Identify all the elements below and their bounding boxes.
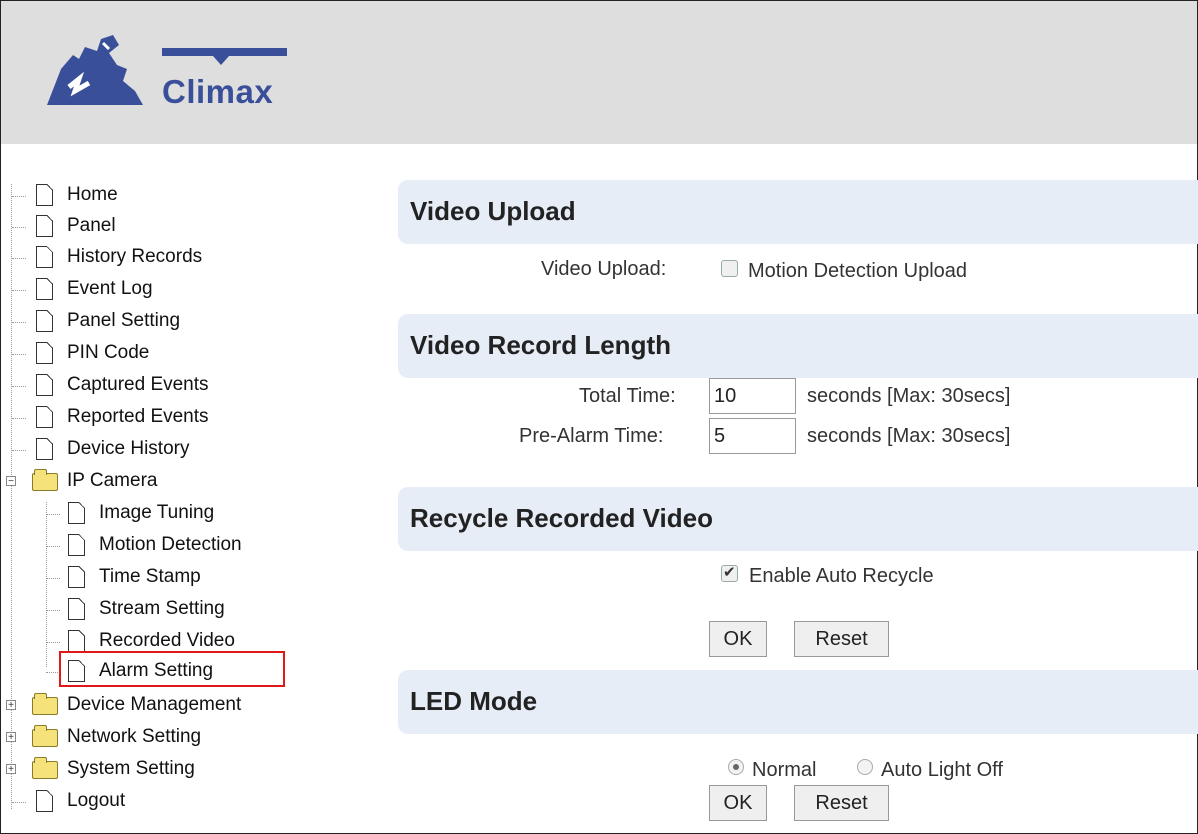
tree-connector	[12, 450, 26, 451]
tree-item-label: Home	[67, 184, 118, 205]
video-upload-label: Video Upload:	[541, 258, 667, 280]
page-icon	[68, 534, 85, 556]
header-banner: Climax	[1, 1, 1197, 144]
tree-item-label: Time Stamp	[99, 566, 201, 587]
tree-connector	[46, 546, 60, 547]
tree-item-label: Recorded Video	[99, 630, 235, 651]
tree-item-label: Device Management	[67, 694, 242, 715]
page-icon	[36, 215, 53, 237]
total-time-hint: seconds [Max: 30secs]	[807, 385, 1011, 407]
section-title: Video Upload	[410, 196, 576, 226]
tree-item-label: Event Log	[67, 278, 153, 299]
tree-item-label: Logout	[67, 790, 126, 811]
tree-connector	[12, 258, 26, 259]
page-icon	[36, 246, 53, 268]
tree-connector	[12, 802, 26, 803]
led-ok-button[interactable]: OK	[709, 785, 767, 821]
motion-detection-upload-checkbox[interactable]	[721, 260, 738, 277]
pre-alarm-time-hint: seconds [Max: 30secs]	[807, 425, 1011, 447]
page-icon	[36, 184, 53, 206]
section-video-record-length: Video Record Length	[398, 314, 1198, 378]
tree-connector	[46, 672, 60, 673]
page-icon	[68, 566, 85, 588]
section-recycle-recorded-video: Recycle Recorded Video	[398, 487, 1198, 551]
tree-guide-line	[11, 184, 12, 809]
tree-item-label: Reported Events	[67, 406, 209, 427]
section-title: Video Record Length	[410, 330, 671, 360]
page-icon	[68, 502, 85, 524]
tree-connector	[12, 418, 26, 419]
tree-item-label: Stream Setting	[99, 598, 225, 619]
total-time-label: Total Time:	[579, 385, 676, 407]
expand-toggle[interactable]: +	[6, 764, 16, 775]
tree-item-label: Device History	[67, 438, 190, 459]
motion-detection-upload-label: Motion Detection Upload	[748, 260, 968, 282]
collapse-toggle[interactable]: −	[6, 476, 16, 487]
tree-item-label: System Setting	[67, 758, 195, 779]
section-led-mode: LED Mode	[398, 670, 1198, 734]
section-title: Recycle Recorded Video	[410, 503, 713, 533]
tree-item-label: Panel	[67, 215, 116, 236]
pre-alarm-time-input[interactable]	[709, 418, 796, 454]
tree-connector	[46, 610, 60, 611]
tree-connector	[12, 290, 26, 291]
expand-toggle[interactable]: +	[6, 700, 16, 711]
tree-item-label: Network Setting	[67, 726, 202, 747]
tree-connector	[12, 227, 26, 228]
page-icon	[36, 374, 53, 396]
led-normal-radio[interactable]	[728, 759, 744, 775]
enable-auto-recycle-checkbox[interactable]	[721, 563, 738, 582]
page-icon	[68, 630, 85, 652]
tree-connector	[46, 578, 60, 579]
led-normal-label: Normal	[752, 759, 817, 781]
tree-connector	[12, 196, 26, 197]
led-auto-light-off-radio[interactable]	[857, 759, 873, 775]
tree-item-label: Motion Detection	[99, 534, 242, 555]
tree-connector	[12, 354, 26, 355]
highlight-box	[59, 651, 285, 687]
logo-text: Climax	[162, 73, 274, 110]
enable-auto-recycle-label: Enable Auto Recycle	[749, 565, 934, 587]
tree-item-label: PIN Code	[67, 342, 150, 363]
page-icon	[36, 342, 53, 364]
tree-item-label: Captured Events	[67, 374, 209, 395]
section-video-upload: Video Upload	[398, 180, 1198, 244]
tree-connector	[46, 642, 60, 643]
tree-connector	[12, 386, 26, 387]
tree-item-label: History Records	[67, 246, 203, 267]
page-icon	[36, 790, 53, 812]
folder-open-icon	[32, 469, 58, 491]
folder-icon	[32, 757, 58, 779]
led-auto-light-off-label: Auto Light Off	[881, 759, 1003, 781]
total-time-input[interactable]	[709, 378, 796, 414]
tree-item-label: Image Tuning	[99, 502, 215, 523]
tree-connector	[12, 322, 26, 323]
section-title: LED Mode	[410, 686, 538, 716]
climax-logo: Climax	[39, 25, 299, 121]
page-icon	[36, 406, 53, 428]
tree-item-label: IP Camera	[67, 470, 158, 491]
page-icon	[36, 278, 53, 300]
tree-item-label: Panel Setting	[67, 310, 181, 331]
recycle-reset-button[interactable]: Reset	[794, 621, 889, 657]
recycle-ok-button[interactable]: OK	[709, 621, 767, 657]
tree-connector	[46, 514, 60, 515]
led-reset-button[interactable]: Reset	[794, 785, 889, 821]
page-icon	[68, 598, 85, 620]
page-icon	[36, 438, 53, 460]
folder-icon	[32, 725, 58, 747]
pre-alarm-time-label: Pre-Alarm Time:	[519, 425, 664, 447]
expand-toggle[interactable]: +	[6, 732, 16, 743]
folder-icon	[32, 693, 58, 715]
page-icon	[36, 310, 53, 332]
